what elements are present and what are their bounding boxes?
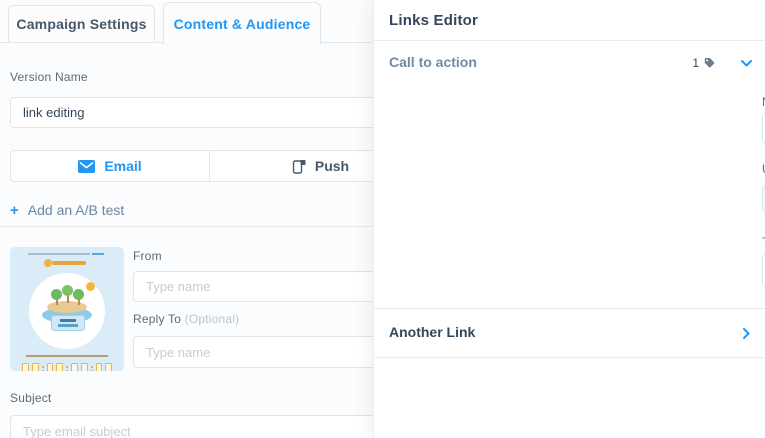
tag-icon <box>703 57 715 69</box>
thumb-headline-line <box>28 253 90 255</box>
thumb-countdown-boxes <box>22 363 112 371</box>
email-preview-thumbnail[interactable] <box>10 247 124 371</box>
channel-push-label: Push <box>315 158 349 174</box>
link-tag-count-value: 1 <box>692 56 699 70</box>
thumb-badge-line <box>60 319 76 322</box>
channel-email-button[interactable]: Email <box>11 151 210 181</box>
chevron-down-icon <box>741 60 752 67</box>
links-editor-title: Links Editor <box>389 12 478 29</box>
thumb-summer-sale-badge <box>51 315 85 331</box>
drawer-divider <box>374 40 765 41</box>
push-icon <box>291 159 306 174</box>
campaign-editor: Campaign Settings Content & Audience Ver… <box>0 0 765 438</box>
channel-email-label: Email <box>104 158 141 174</box>
thumb-sun <box>86 282 95 291</box>
thumb-palm-trunk <box>67 295 69 303</box>
email-icon <box>78 160 95 173</box>
thumb-logo-script <box>52 261 86 265</box>
link-tag-count: 1 <box>692 56 715 70</box>
tab-campaign-settings[interactable]: Campaign Settings <box>8 5 155 42</box>
link-section-title: Call to action <box>389 54 477 70</box>
another-link-row[interactable]: Another Link <box>374 308 765 357</box>
another-link-title: Another Link <box>389 324 475 340</box>
thumb-logo-sun <box>44 259 52 267</box>
thumb-headline-link-line <box>92 253 104 255</box>
thumb-palm-tree <box>73 289 84 300</box>
reply-to-optional-text: (Optional) <box>185 312 240 326</box>
tab-campaign-settings-label: Campaign Settings <box>16 16 146 32</box>
reply-to-label: Reply To (Optional) <box>133 312 239 326</box>
plus-icon: + <box>10 203 19 218</box>
tab-content-audience-label: Content & Audience <box>174 16 311 32</box>
version-name-label: Version Name <box>10 70 88 84</box>
tab-content-audience[interactable]: Content & Audience <box>163 2 321 45</box>
drawer-divider <box>374 357 765 358</box>
collapse-section-button[interactable] <box>739 56 753 70</box>
expand-another-link-button[interactable] <box>739 326 753 340</box>
add-ab-test-label: Add an A/B test <box>28 202 125 218</box>
links-editor-drawer: Links Editor Call to action 1 Name URL V… <box>373 0 765 438</box>
chevron-right-icon <box>743 328 750 339</box>
thumb-island-circle <box>29 273 105 349</box>
add-ab-test-link[interactable]: + Add an A/B test <box>10 202 124 218</box>
thumb-palm-tree <box>62 285 73 296</box>
subject-label: Subject <box>10 391 51 405</box>
thumb-badge-line <box>58 324 78 327</box>
link-section-header[interactable]: Call to action 1 <box>374 50 765 76</box>
from-label: From <box>133 249 162 263</box>
thumb-palm-tree <box>51 289 62 300</box>
thumb-countdown-caption-line <box>26 355 108 357</box>
reply-to-label-text: Reply To <box>133 312 181 326</box>
